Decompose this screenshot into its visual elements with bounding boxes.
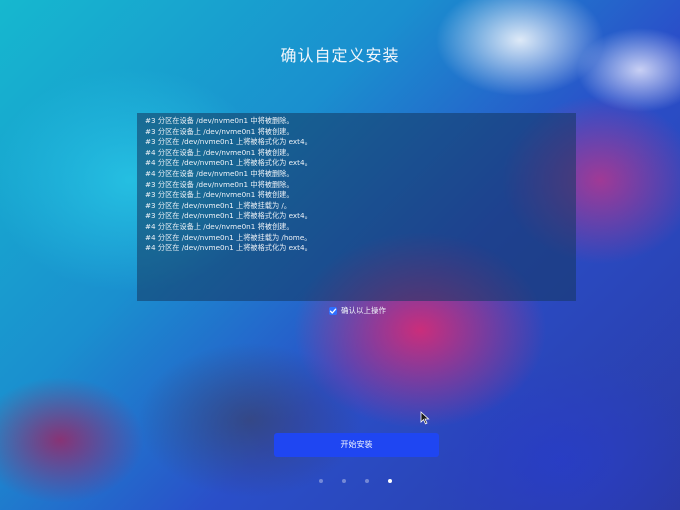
operations-log[interactable]: #3 分区在设备 /dev/nvme0n1 中将被删除。 #3 分区在设备上 /… [137, 113, 576, 301]
log-line: #4 分区在设备上 /dev/nvme0n1 将被创建。 [145, 221, 294, 231]
mouse-cursor-icon [420, 411, 430, 425]
checkmark-icon [329, 308, 337, 314]
page-dot [319, 479, 323, 483]
confirm-checkbox[interactable] [329, 306, 337, 315]
log-line: #3 分区在 /dev/nvme0n1 上将被格式化为 ext4。 [145, 137, 312, 147]
page-dot [365, 479, 369, 483]
start-install-button[interactable]: 开始安装 [274, 433, 439, 457]
log-line: #3 分区在 /dev/nvme0n1 上将被挂载为 /。 [145, 200, 292, 210]
page-dot [342, 479, 346, 483]
log-line: #3 分区在 /dev/nvme0n1 上将被格式化为 ext4。 [145, 211, 312, 221]
log-line: #3 分区在设备 /dev/nvme0n1 中将被删除。 [145, 179, 294, 189]
page-dot-active [388, 479, 392, 483]
page-title: 确认自定义安装 [280, 46, 400, 65]
log-line: #3 分区在设备上 /dev/nvme0n1 将被创建。 [145, 190, 294, 200]
pagination-dots [319, 479, 392, 483]
confirm-row[interactable]: 确认以上操作 [329, 305, 386, 316]
log-line: #3 分区在设备上 /dev/nvme0n1 将被创建。 [145, 126, 294, 136]
log-line: #4 分区在 /dev/nvme0n1 上将被挂载为 /home。 [145, 232, 312, 242]
confirm-label[interactable]: 确认以上操作 [341, 305, 386, 316]
log-line: #4 分区在 /dev/nvme0n1 上将被格式化为 ext4。 [145, 243, 312, 253]
log-line: #4 分区在 /dev/nvme0n1 上将被格式化为 ext4。 [145, 158, 312, 168]
log-line: #4 分区在设备上 /dev/nvme0n1 将被创建。 [145, 147, 294, 157]
log-line: #3 分区在设备 /dev/nvme0n1 中将被删除。 [145, 116, 294, 125]
log-line: #4 分区在设备 /dev/nvme0n1 中将被删除。 [145, 168, 294, 178]
